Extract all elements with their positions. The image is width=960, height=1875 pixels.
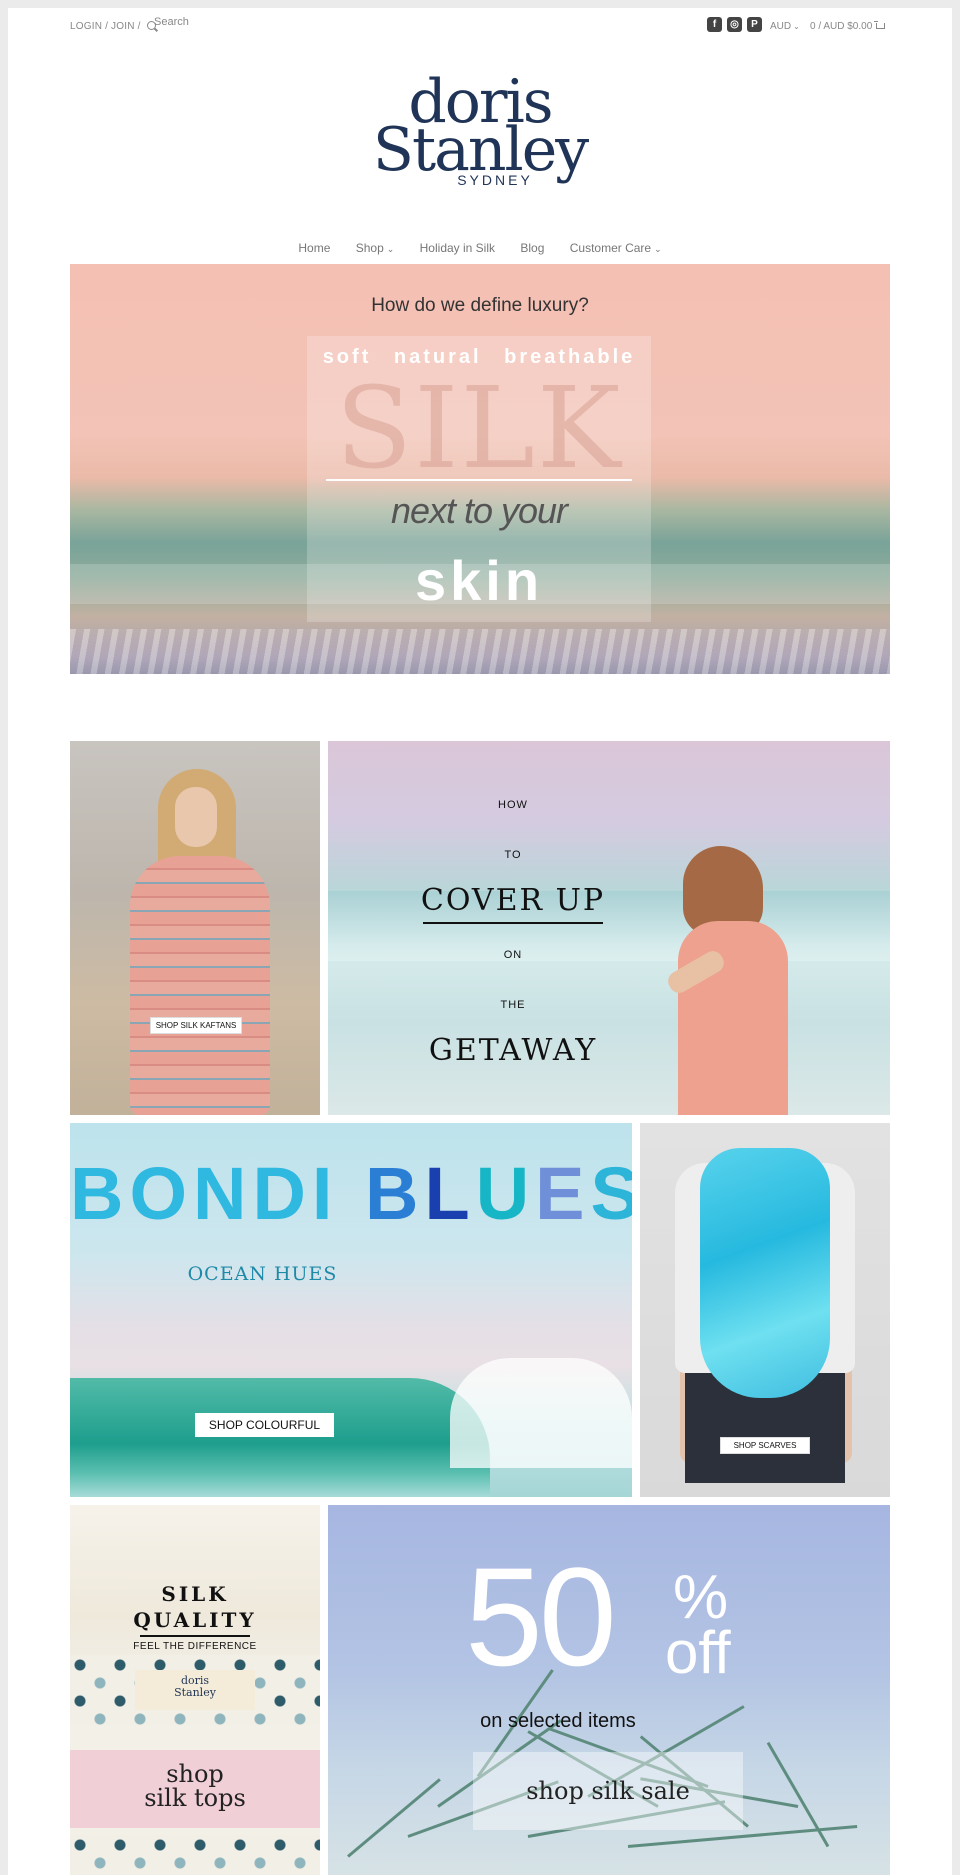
on-selected-items: on selected items bbox=[480, 1710, 636, 1732]
bondi-spray bbox=[450, 1358, 632, 1468]
coverup-model-wrap bbox=[678, 921, 788, 1115]
nav-shop-label[interactable]: Shop bbox=[356, 241, 384, 255]
bondi-title-letter: O bbox=[129, 1152, 194, 1235]
chevron-down-icon: ⌄ bbox=[386, 244, 395, 254]
coverup-the: THE bbox=[500, 999, 526, 1011]
garment-label-stanley: Stanley bbox=[174, 1686, 216, 1699]
shop-silk-tops-line2[interactable]: silk tops bbox=[70, 1786, 320, 1810]
silk-quality-heading: SILK QUALITY bbox=[70, 1581, 320, 1633]
currency-select[interactable]: AUD ⌄ bbox=[770, 21, 800, 32]
tile-bondi-blues[interactable]: BONDI BLUES OCEAN HUES SHOP COLOURFUL bbox=[70, 1123, 632, 1497]
shop-colourful-button[interactable]: SHOP COLOURFUL bbox=[195, 1413, 334, 1437]
garment-label: doris Stanley bbox=[135, 1670, 255, 1710]
bondi-title-letter: U bbox=[475, 1152, 536, 1235]
page: LOGIN / JOIN / f ◎ P AUD⌄ 0 / AUD $0.00 … bbox=[8, 8, 952, 1875]
currency-value[interactable]: AUD bbox=[770, 21, 791, 32]
sale-fifty: 50 bbox=[465, 1538, 617, 1695]
silk-quality-line2: QUALITY bbox=[133, 1608, 257, 1632]
shop-scarves-button[interactable]: SHOP SCARVES bbox=[720, 1437, 810, 1454]
silk-scarf-image bbox=[700, 1148, 830, 1398]
login-join-link[interactable]: LOGIN / JOIN / bbox=[70, 21, 156, 32]
cart-summary[interactable]: 0 / AUD $0.00 bbox=[810, 21, 872, 32]
sale-off: off bbox=[665, 1619, 731, 1686]
bondi-title-letter: S bbox=[590, 1152, 632, 1235]
shop-silk-tops-button[interactable]: shop silk tops bbox=[70, 1750, 320, 1828]
bondi-title-letter: L bbox=[424, 1152, 476, 1235]
tile-scarves[interactable]: SHOP SCARVES bbox=[640, 1123, 890, 1497]
shop-silk-tops-line1[interactable]: shop bbox=[70, 1762, 320, 1786]
hero-skin-word: skin bbox=[414, 549, 544, 612]
logo-line-stanley: Stanley bbox=[372, 115, 589, 185]
hero-next-to-your: next to your bbox=[390, 490, 568, 531]
nav-blog[interactable]: Blog bbox=[520, 241, 544, 255]
pinterest-icon[interactable]: P bbox=[747, 17, 762, 32]
cart-link[interactable]: 0 / AUD $0.00 bbox=[810, 21, 886, 32]
hero-silk-word: SILK bbox=[335, 364, 623, 494]
model-face bbox=[175, 787, 217, 847]
silk-quality-rule bbox=[140, 1635, 250, 1637]
bondi-title-letter: I bbox=[311, 1152, 339, 1235]
tile-silk-quality[interactable]: SILK QUALITY FEEL THE DIFFERENCE doris S… bbox=[70, 1505, 320, 1875]
bondi-title-letter: N bbox=[193, 1152, 253, 1235]
bondi-title-letter: B bbox=[70, 1152, 130, 1235]
nav-holiday-in-silk[interactable]: Holiday in Silk bbox=[420, 241, 495, 255]
tile-silk-kaftans[interactable]: SHOP SILK KAFTANS bbox=[70, 741, 320, 1115]
top-bar: LOGIN / JOIN / f ◎ P AUD⌄ 0 / AUD $0.00 bbox=[8, 8, 952, 48]
bondi-blues-title: BONDI BLUES bbox=[70, 1151, 632, 1236]
coverup-to: TO bbox=[504, 849, 522, 861]
bondi-title-letter: D bbox=[252, 1152, 312, 1235]
main-nav: Home Shop ⌄ Holiday in Silk Blog Customer… bbox=[8, 241, 952, 255]
tile-cover-up-getaway[interactable]: HOW TO COVER UP ON THE GETAWAY bbox=[328, 741, 890, 1115]
nav-home[interactable]: Home bbox=[298, 241, 330, 255]
ocean-hues-subtitle: OCEAN HUES bbox=[187, 1263, 338, 1285]
silk-quality-line1: SILK bbox=[161, 1582, 229, 1606]
floral-print-fabric-lower bbox=[70, 1835, 320, 1875]
bondi-title-letter: B bbox=[365, 1152, 425, 1235]
hero-banner[interactable]: How do we define luxury? soft natural br… bbox=[70, 264, 890, 674]
brand-logo[interactable]: doris Stanley SYDNEY bbox=[8, 72, 952, 188]
coverup-on: ON bbox=[503, 949, 523, 961]
bondi-wave bbox=[70, 1378, 490, 1497]
coverup-getaway: GETAWAY bbox=[428, 1033, 598, 1068]
nav-customer-care[interactable]: Customer Care ⌄ bbox=[570, 241, 662, 255]
kaftan-model-image bbox=[120, 761, 270, 1115]
chevron-down-icon: ⌄ bbox=[793, 22, 800, 31]
facebook-icon[interactable]: f bbox=[707, 17, 722, 32]
coverup-how: HOW bbox=[498, 799, 528, 811]
tile-silk-sale[interactable]: 50 % off on selected items shop silk sal… bbox=[328, 1505, 890, 1875]
nav-shop[interactable]: Shop ⌄ bbox=[356, 241, 395, 255]
model-kaftan bbox=[130, 856, 270, 1115]
shop-silk-sale-button[interactable]: shop silk sale bbox=[473, 1752, 743, 1830]
logo-line-sydney: SYDNEY bbox=[457, 172, 533, 188]
hero-wave-foam bbox=[70, 629, 890, 674]
bondi-title-letter: E bbox=[535, 1152, 591, 1235]
cart-icon[interactable] bbox=[874, 21, 886, 29]
chevron-down-icon: ⌄ bbox=[654, 244, 662, 254]
coverup-cover-up: COVER UP bbox=[420, 883, 606, 918]
search-input[interactable] bbox=[152, 12, 276, 32]
palm-frond bbox=[347, 1778, 441, 1858]
nav-customer-care-label[interactable]: Customer Care bbox=[570, 241, 651, 255]
login-label[interactable]: LOGIN / JOIN / bbox=[70, 21, 141, 32]
bondi-title-letter bbox=[338, 1151, 365, 1236]
instagram-icon[interactable]: ◎ bbox=[727, 17, 742, 32]
hero-divider bbox=[326, 479, 632, 481]
coverup-underline bbox=[423, 922, 603, 924]
shop-silk-kaftans-button[interactable]: SHOP SILK KAFTANS bbox=[150, 1017, 242, 1034]
feel-the-difference: FEEL THE DIFFERENCE bbox=[133, 1641, 257, 1652]
hero-question: How do we define luxury? bbox=[371, 295, 589, 316]
